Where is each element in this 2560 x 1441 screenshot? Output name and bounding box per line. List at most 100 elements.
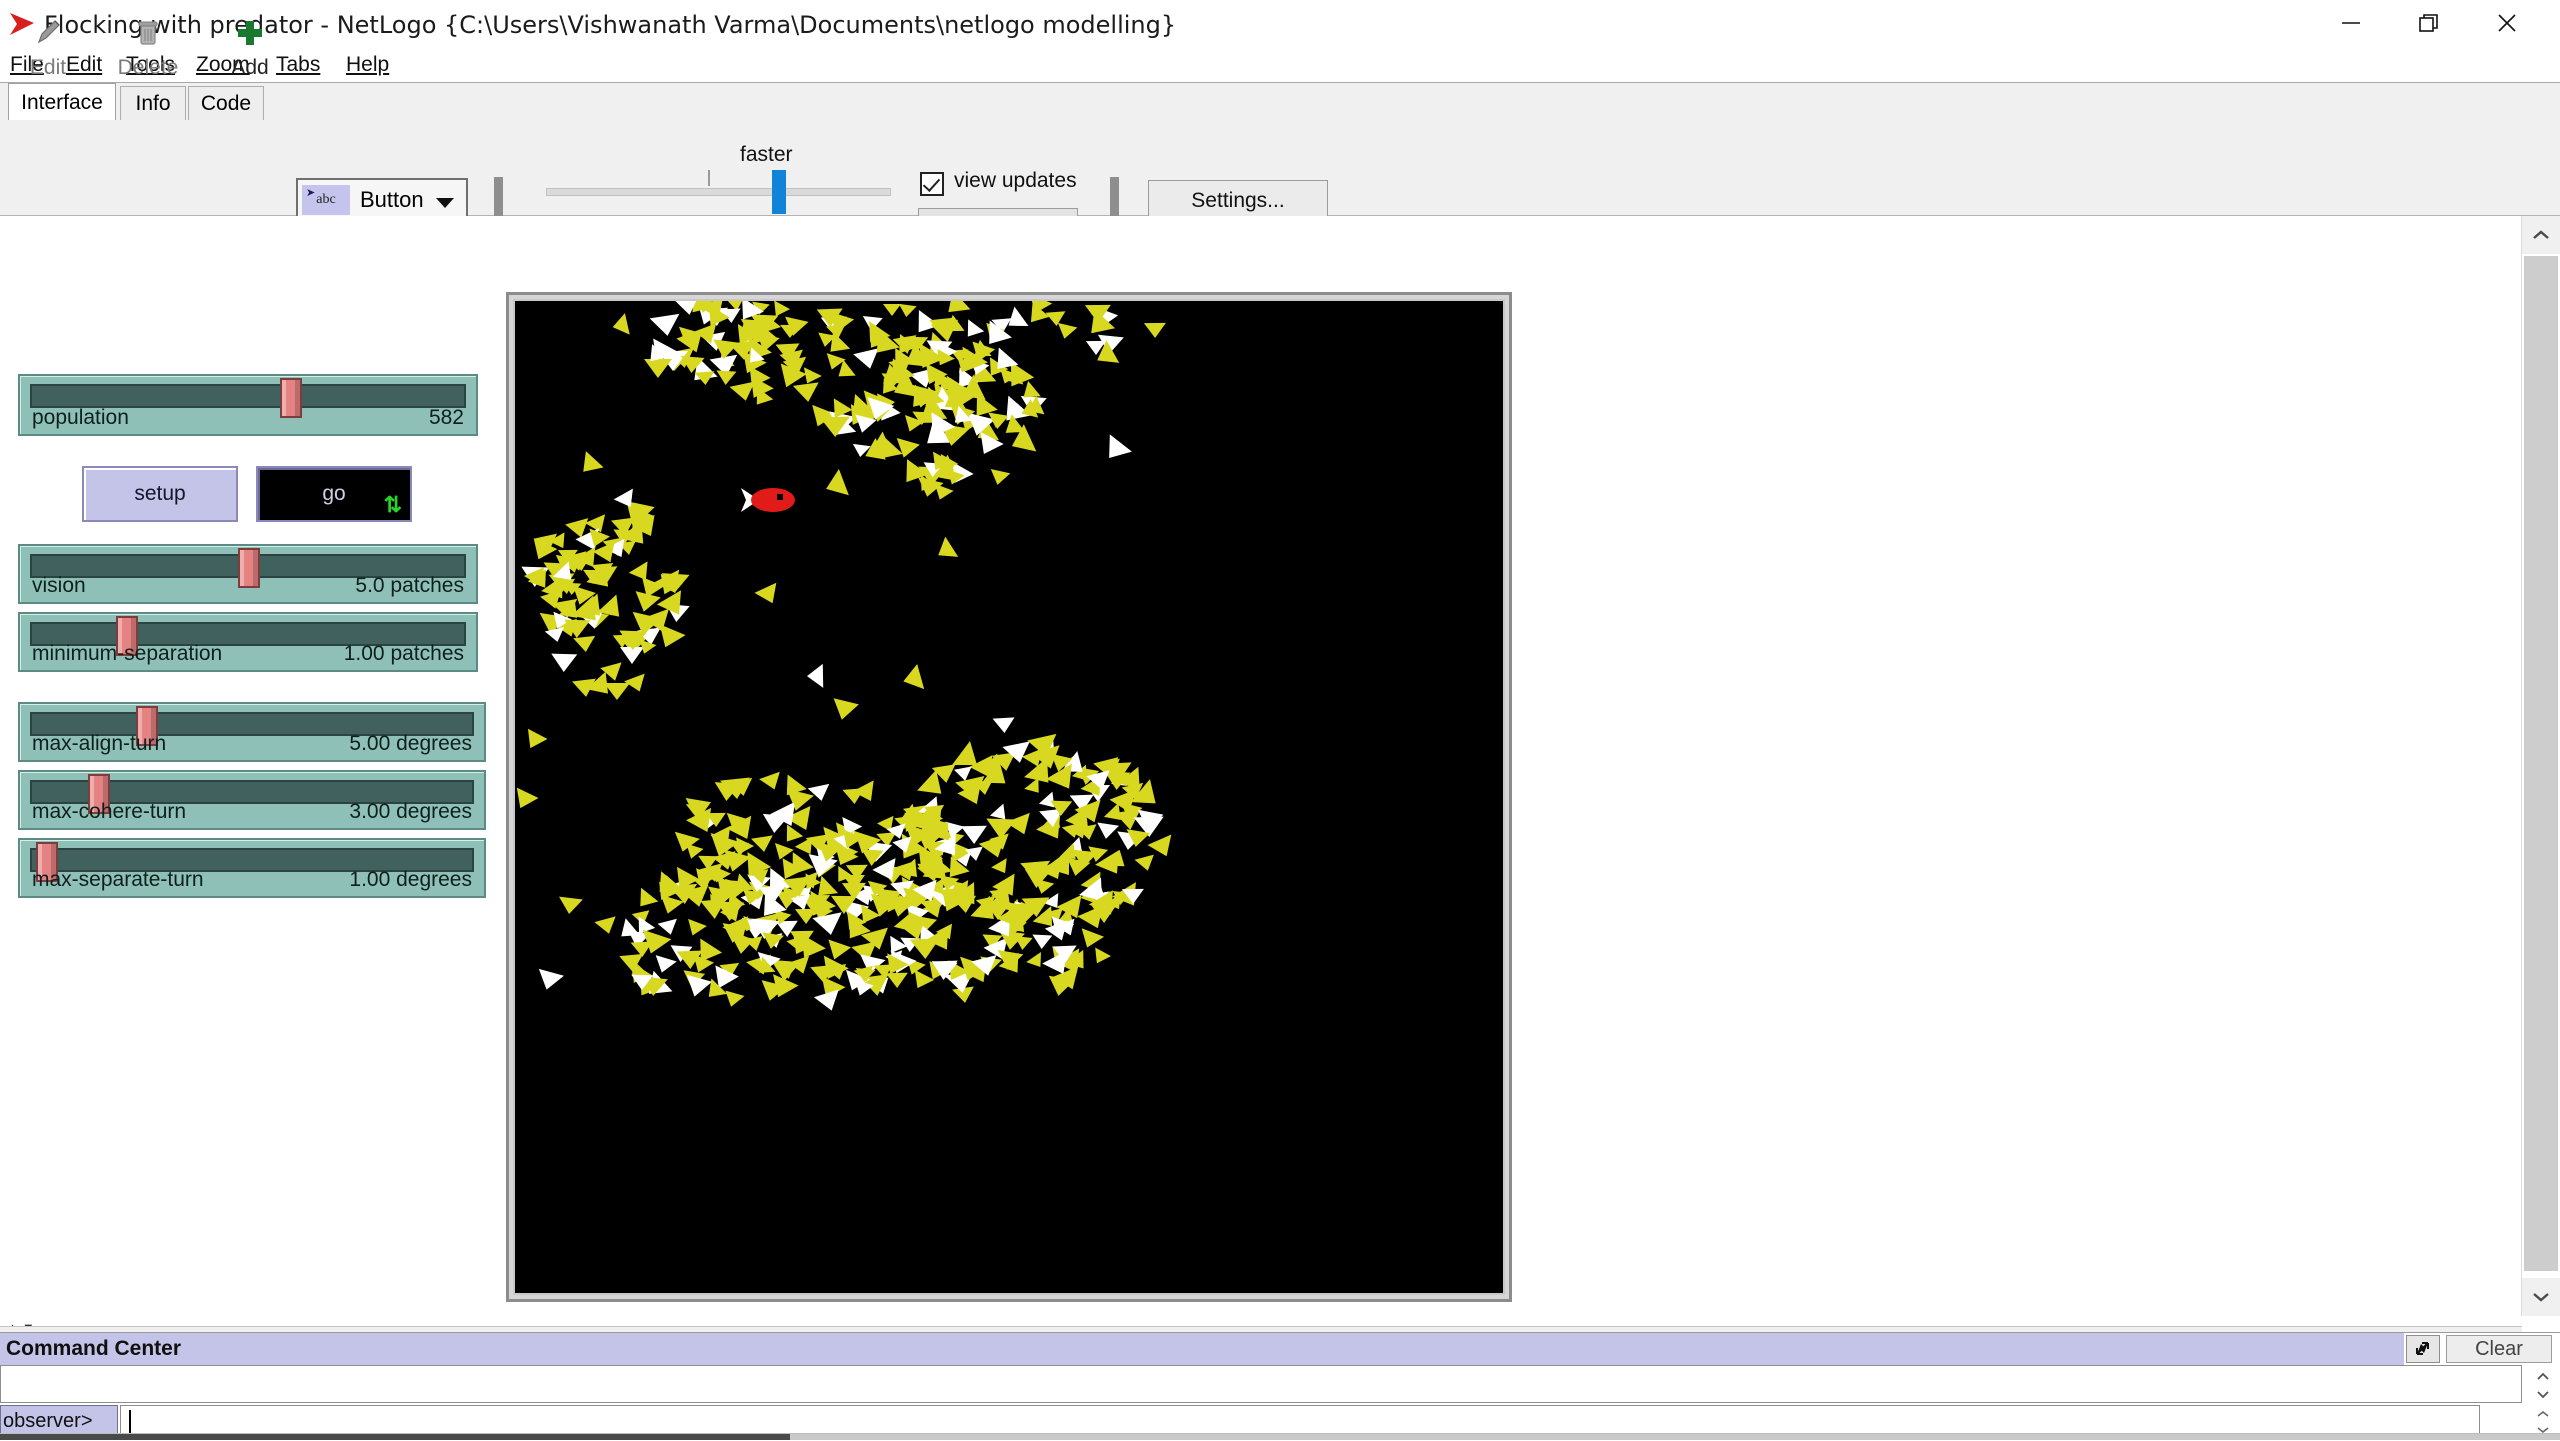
bird-turtle bbox=[965, 846, 986, 863]
edit-widget-label: Edit bbox=[29, 56, 67, 79]
slider-minimum-separation[interactable]: minimum-separation 1.00 patches bbox=[18, 612, 478, 672]
interface-vertical-scrollbar[interactable] bbox=[2521, 216, 2560, 1316]
setup-button[interactable]: setup bbox=[82, 466, 238, 522]
bird-turtle bbox=[900, 663, 925, 694]
bird-turtle bbox=[556, 896, 583, 915]
add-widget-button[interactable]: Add bbox=[202, 8, 298, 88]
scroll-up-button[interactable] bbox=[2522, 216, 2560, 254]
clear-button-label: Clear bbox=[2475, 1337, 2523, 1360]
bird-turtle bbox=[988, 889, 1009, 905]
bird-turtle bbox=[812, 912, 846, 939]
speed-slider-thumb[interactable] bbox=[772, 170, 786, 214]
slider-max-cohere-turn-label: max-cohere-turn bbox=[32, 800, 187, 823]
bird-turtle bbox=[930, 961, 958, 981]
slider-population-track[interactable] bbox=[30, 384, 466, 408]
speed-slider-track[interactable] bbox=[546, 188, 891, 196]
scroll-thumb[interactable] bbox=[2524, 256, 2558, 1271]
slider-max-separate-turn-value: 1.00 degrees bbox=[349, 868, 472, 891]
bird-turtle bbox=[1095, 822, 1120, 841]
slider-vision-thumb[interactable] bbox=[238, 548, 260, 588]
delete-widget-button[interactable]: Delete bbox=[100, 8, 196, 88]
bird-turtle bbox=[789, 930, 814, 949]
slider-vision[interactable]: vision 5.0 patches bbox=[18, 544, 478, 604]
slider-max-align-turn-label: max-align-turn bbox=[32, 732, 167, 755]
tab-interface-label: Interface bbox=[21, 90, 103, 114]
bird-turtle bbox=[754, 582, 784, 609]
edit-widget-button[interactable]: Edit bbox=[0, 8, 96, 88]
bird-turtle bbox=[697, 855, 718, 871]
go-button-label: go bbox=[322, 482, 346, 505]
forever-loop-icon: ⇅ bbox=[383, 492, 402, 517]
bird-turtle bbox=[897, 303, 917, 318]
bird-turtle bbox=[612, 634, 632, 648]
slider-population-thumb[interactable] bbox=[280, 378, 302, 418]
bird-turtle bbox=[928, 317, 955, 336]
slider-vision-label: vision bbox=[32, 574, 86, 597]
slider-max-separate-turn[interactable]: max-separate-turn 1.00 degrees bbox=[18, 838, 486, 898]
view-updates-checkbox[interactable] bbox=[920, 172, 944, 196]
text-caret bbox=[129, 1410, 131, 1433]
slider-population[interactable]: population 582 bbox=[18, 374, 478, 436]
chevron-down-icon bbox=[2533, 1293, 2549, 1302]
predator-turtle bbox=[733, 475, 803, 525]
minimize-button[interactable] bbox=[2312, 0, 2390, 46]
slider-population-value: 582 bbox=[428, 406, 464, 429]
command-center-output-scroll-up[interactable] bbox=[2526, 1367, 2560, 1385]
slider-max-align-turn[interactable]: max-align-turn 5.00 degrees bbox=[18, 702, 486, 762]
interface-canvas: population 582 setup go ⇅ vision 5.0 pat… bbox=[0, 216, 2522, 1336]
expand-diagonal-icon bbox=[2416, 1342, 2429, 1355]
tab-info-label: Info bbox=[135, 92, 171, 115]
bird-turtle bbox=[694, 301, 715, 315]
bird-turtle bbox=[683, 919, 708, 940]
menu-help[interactable]: Help bbox=[342, 51, 393, 79]
bird-turtle bbox=[1075, 928, 1104, 953]
slider-vision-value: 5.0 patches bbox=[355, 574, 464, 597]
slider-max-separate-turn-label: max-separate-turn bbox=[32, 868, 204, 891]
slider-population-label: population bbox=[32, 406, 129, 429]
bird-turtle bbox=[970, 955, 1001, 979]
slider-max-cohere-turn[interactable]: max-cohere-turn 3.00 degrees bbox=[18, 770, 486, 830]
slider-minimum-separation-label: minimum-separation bbox=[32, 642, 223, 665]
minimize-icon bbox=[2342, 22, 2360, 24]
bird-turtle bbox=[851, 444, 871, 459]
bird-turtle bbox=[1121, 889, 1145, 905]
world-view[interactable] bbox=[506, 292, 1512, 1302]
tab-info[interactable]: Info bbox=[120, 86, 186, 121]
bird-turtle bbox=[683, 797, 712, 819]
command-center-output-scroll-down[interactable] bbox=[2526, 1385, 2560, 1403]
bird-turtle bbox=[657, 918, 681, 938]
bird-turtle bbox=[1085, 304, 1112, 324]
setup-button-label: setup bbox=[134, 482, 186, 505]
bird-turtle bbox=[784, 789, 807, 808]
close-icon bbox=[2498, 14, 2516, 32]
netlogo-window: Flocking with predator - NetLogo {C:\Use… bbox=[0, 0, 2560, 1441]
bird-turtle bbox=[842, 874, 865, 891]
world-canvas[interactable] bbox=[513, 299, 1505, 1295]
bird-turtle bbox=[992, 717, 1016, 734]
command-center-input-scroll-up[interactable] bbox=[2526, 1407, 2560, 1421]
maximize-button[interactable] bbox=[2390, 0, 2468, 46]
command-center-title: Command Center bbox=[6, 1337, 182, 1360]
close-button[interactable] bbox=[2468, 0, 2546, 46]
widget-icon-text: abc bbox=[316, 192, 336, 207]
tab-code[interactable]: Code bbox=[188, 86, 264, 121]
cursor-arrow-icon: ➤ bbox=[306, 187, 316, 199]
bird-turtle bbox=[1097, 434, 1132, 467]
bird-turtle bbox=[515, 788, 539, 814]
button-widget-icon: ➤ abc bbox=[302, 185, 350, 215]
bird-turtle bbox=[1088, 947, 1111, 968]
bird-turtle bbox=[1107, 762, 1133, 780]
command-center: Command Center Clear observer> bbox=[0, 1332, 2560, 1441]
bird-turtle bbox=[829, 698, 859, 724]
bird-turtle bbox=[1143, 323, 1166, 339]
speed-slider[interactable]: faster bbox=[540, 143, 900, 218]
taskbar-left bbox=[0, 1434, 790, 1440]
bird-turtle bbox=[1013, 935, 1033, 951]
bird-turtle bbox=[679, 355, 705, 374]
command-center-clear-button[interactable]: Clear bbox=[2446, 1335, 2552, 1363]
tab-interface[interactable]: Interface bbox=[8, 83, 116, 121]
scroll-down-button[interactable] bbox=[2522, 1278, 2560, 1316]
go-button[interactable]: go ⇅ bbox=[256, 466, 412, 522]
command-center-expand-button[interactable] bbox=[2406, 1335, 2440, 1363]
bird-turtle bbox=[710, 339, 739, 361]
